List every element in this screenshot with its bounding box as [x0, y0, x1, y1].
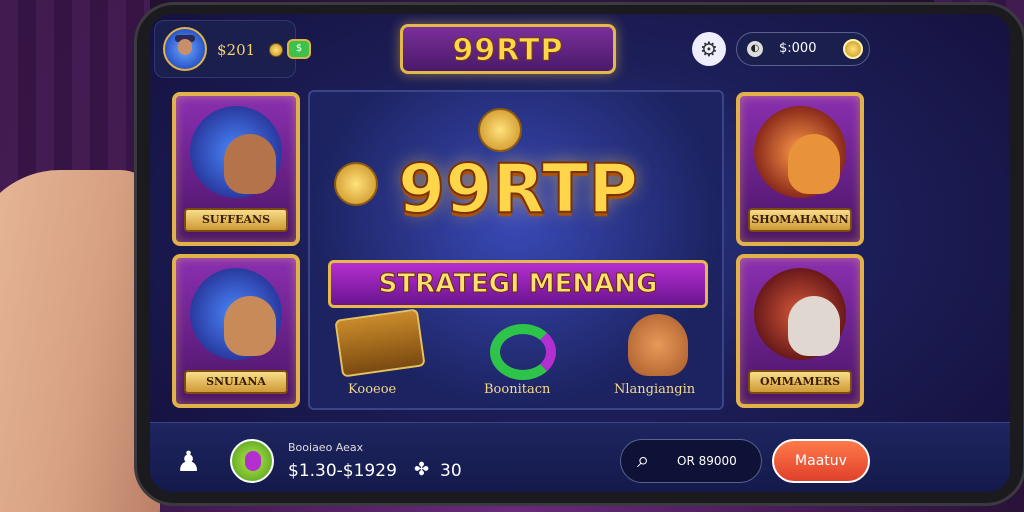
bottom-bar: ♟ Booiaeo Aeax $1.30-$1929 ✤ 30 ⌕ OR 890…: [150, 422, 1010, 492]
game-card-label: SHOMAHANUN: [748, 208, 852, 232]
app-screen: $201 $ 99RTP ⚙ ◐ $:000 SUFFEANS SNUIANA …: [150, 14, 1010, 492]
avatar[interactable]: [163, 27, 207, 71]
game-card-label: SUFFEANS: [184, 208, 288, 232]
green-ring-icon: [490, 324, 556, 380]
game-card-4[interactable]: OMMAMERS: [736, 254, 864, 408]
currency-value: $:000: [779, 41, 817, 56]
balance-amount: $201: [217, 41, 256, 59]
avatar-head-icon: [178, 39, 192, 55]
feature-item-label: Kooeoe: [348, 382, 397, 397]
play-button[interactable]: Maatuv: [772, 439, 870, 483]
feature-item-label: Nlangiangin: [614, 382, 696, 397]
user-icon[interactable]: ♟: [176, 445, 201, 478]
dog-face-icon: [788, 296, 840, 356]
gold-coin-icon: [478, 108, 522, 152]
game-name: Booiaeo Aeax: [288, 441, 364, 454]
search-input[interactable]: ⌕ OR 89000: [620, 439, 762, 483]
character-face-icon: [224, 296, 276, 356]
currency-balance-pill[interactable]: ◐ $:000: [736, 32, 870, 66]
character-face-icon: [224, 134, 276, 194]
bet-range: $1.30-$1929: [288, 461, 397, 481]
character-portrait-icon: [190, 268, 282, 360]
cash-icon[interactable]: $: [287, 39, 311, 59]
potion-icon: [245, 451, 261, 471]
wallet-icon: ◐: [747, 41, 763, 57]
app-logo: 99RTP: [400, 24, 616, 74]
gold-coin-icon: [843, 39, 863, 59]
coin-icon: [269, 43, 283, 57]
chips-icon: ✤: [414, 459, 430, 480]
search-icon: ⌕: [637, 448, 650, 473]
cat-character-icon: [628, 314, 688, 376]
game-card-1[interactable]: SUFFEANS: [172, 92, 300, 246]
treasure-chest-icon: [334, 308, 426, 378]
featured-banner[interactable]: 99RTP STRATEGI MENANG Kooeoe Boonitacn N…: [308, 90, 724, 410]
search-value: OR 89000: [677, 454, 737, 468]
fox-face-icon: [788, 134, 840, 194]
profile-card[interactable]: $201 $: [154, 20, 311, 78]
character-portrait-icon: [754, 268, 846, 360]
banner-title: 99RTP: [397, 149, 639, 230]
banner-subtitle: STRATEGI MENANG: [378, 269, 658, 300]
character-portrait-icon: [754, 106, 846, 198]
banner-ribbon: STRATEGI MENANG: [328, 260, 708, 308]
feature-item-label: Boonitacn: [484, 382, 551, 397]
top-bar: $201 $ 99RTP ⚙ ◐ $:000: [150, 14, 1010, 86]
logo-text: 99RTP: [452, 33, 564, 69]
chips-count: 30: [440, 461, 462, 481]
game-card-label: SNUIANA: [184, 370, 288, 394]
game-card-3[interactable]: SHOMAHANUN: [736, 92, 864, 246]
game-thumbnail[interactable]: [230, 439, 274, 483]
game-card-label: OMMAMERS: [748, 370, 852, 394]
settings-gear-icon[interactable]: ⚙: [692, 32, 726, 66]
character-portrait-icon: [190, 106, 282, 198]
game-card-2[interactable]: SNUIANA: [172, 254, 300, 408]
